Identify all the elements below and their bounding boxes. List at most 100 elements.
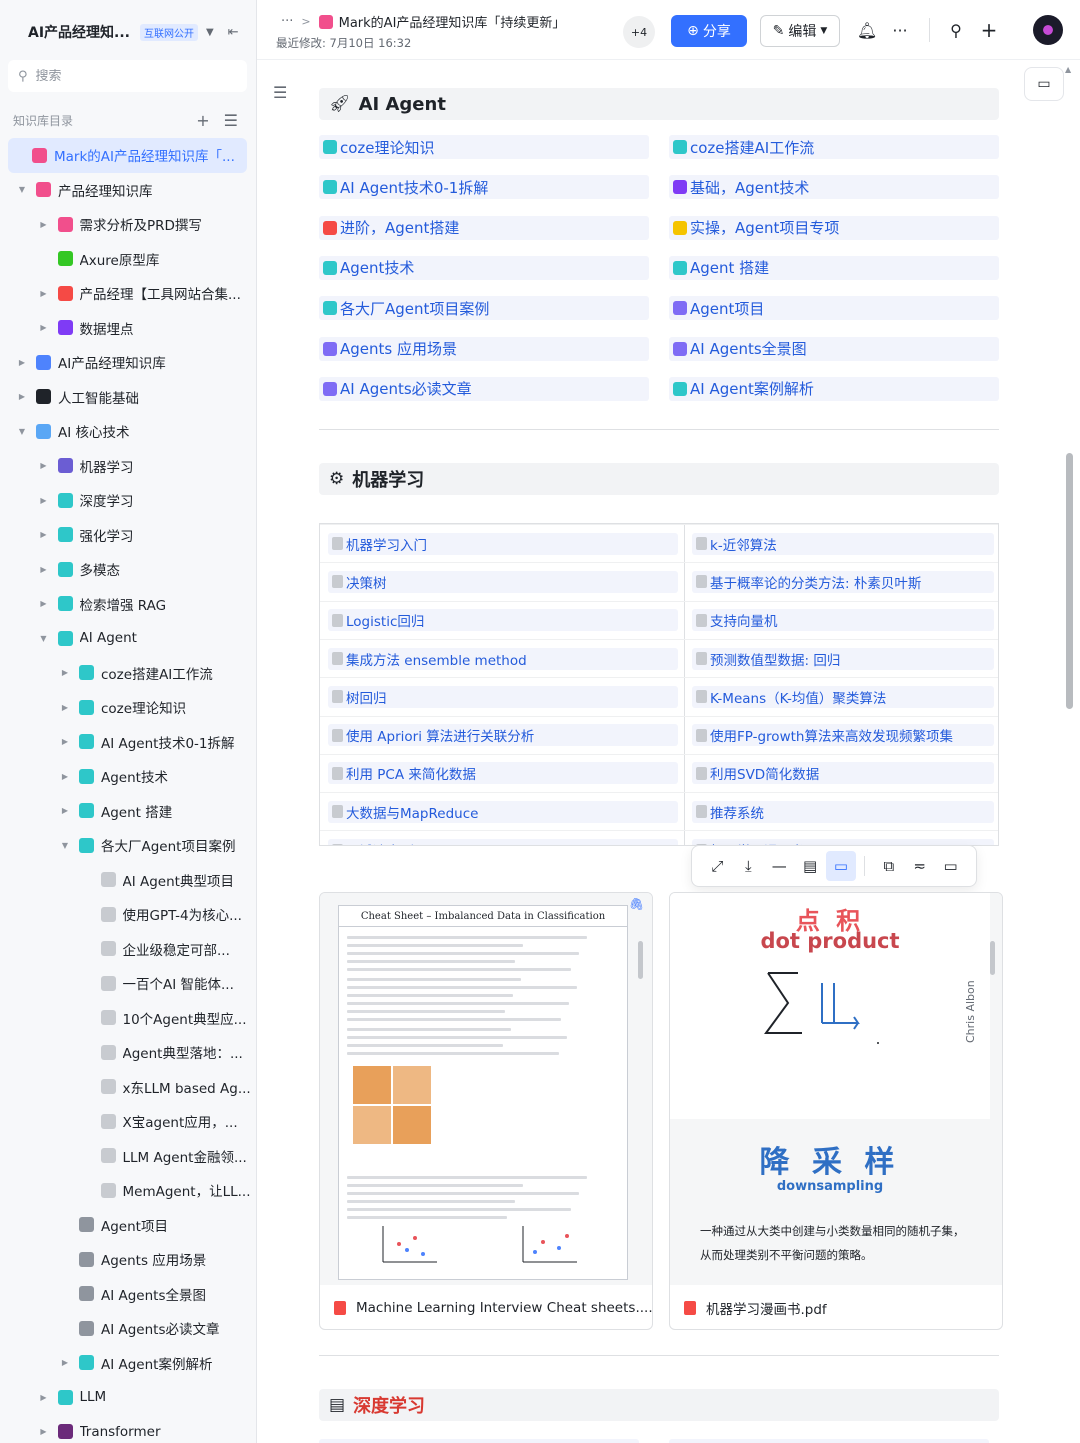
sidebar-item[interactable]: ▼ 各大厂Agent项目案例	[0, 828, 256, 863]
agent-link[interactable]: AI Agents必读文章	[319, 376, 649, 401]
link-pill[interactable]	[319, 1439, 639, 1443]
sidebar-item[interactable]: LLM Agent金融领...	[0, 1139, 256, 1174]
caret-right-icon[interactable]: ▶	[38, 530, 50, 539]
ml-link[interactable]: 大数据与MapReduce	[328, 800, 678, 823]
ml-link[interactable]: 使用FP-growth算法来高效发现频繁项集	[692, 724, 994, 747]
collaborators-count[interactable]: +4	[623, 16, 655, 48]
sidebar-item[interactable]: 10个Agent典型应...	[0, 1001, 256, 1036]
ml-link[interactable]: 基于概率论的分类方法: 朴素贝叶斯	[692, 570, 994, 593]
scroll-up-icon[interactable]: ▲	[1065, 65, 1071, 74]
sidebar-item[interactable]: ▶ coze理论知识	[0, 690, 256, 725]
ml-link[interactable]: 利用SVD简化数据	[692, 762, 994, 785]
caret-right-icon[interactable]: ▶	[16, 358, 28, 367]
agent-link[interactable]: 实操，Agent项目专项	[669, 215, 999, 240]
agent-link[interactable]: Agent项目	[669, 296, 999, 321]
preview-scrollbar[interactable]	[990, 941, 995, 975]
file-preview[interactable]: Cheat Sheet – Imbalanced Data in Classif…	[320, 893, 652, 1285]
ml-link[interactable]: 决策树	[328, 570, 678, 593]
caret-right-icon[interactable]: ▶	[59, 806, 71, 815]
caret-down-icon[interactable]: ▼	[16, 185, 28, 194]
caret-right-icon[interactable]: ▶	[38, 220, 50, 229]
comment-icon[interactable]: ▭	[935, 851, 966, 881]
file-card-comic[interactable]: 点 积 dot product Chris Albon 降 采 样 downsa…	[669, 892, 1003, 1330]
caret-right-icon[interactable]: ▶	[59, 1358, 71, 1367]
agent-link[interactable]: coze搭建AI工作流	[669, 135, 999, 159]
file-card-cheatsheet[interactable]: Cheat Sheet – Imbalanced Data in Classif…	[319, 892, 653, 1330]
sidebar-item[interactable]: Mark的AI产品经理知识库「...	[8, 138, 247, 173]
sidebar-item[interactable]: ▶ Transformer	[0, 1415, 256, 1443]
bell-icon[interactable]: 🔔︎	[856, 18, 878, 42]
outline-icon[interactable]: ☰	[273, 83, 287, 102]
more-icon[interactable]: ···	[889, 18, 911, 42]
sidebar-item[interactable]: x东LLM based Ag...	[0, 1070, 256, 1105]
avatar[interactable]	[1033, 15, 1063, 45]
ml-link[interactable]: 面试速查（cheat sheets)	[328, 839, 678, 845]
sidebar-item[interactable]: ▶ Agent技术	[0, 759, 256, 794]
sidebar-item[interactable]: ▶ 机器学习	[0, 449, 256, 484]
sidebar-item[interactable]: ▶ LLM	[0, 1380, 256, 1415]
caret-right-icon[interactable]: ▶	[38, 289, 50, 298]
file-footer[interactable]: 机器学习漫画书.pdf	[670, 1285, 1002, 1329]
caret-down-icon[interactable]: ▼	[38, 634, 50, 643]
search-input[interactable]	[35, 68, 216, 84]
sidebar-item[interactable]: ▶ coze搭建AI工作流	[0, 656, 256, 691]
caret-down-icon[interactable]: ▼	[59, 841, 71, 850]
ml-link[interactable]: K-Means（K-均值）聚类算法	[692, 685, 994, 708]
caret-right-icon[interactable]: ▶	[38, 1393, 50, 1402]
sidebar-item[interactable]: ▼ AI Agent	[0, 621, 256, 656]
ml-link[interactable]: 集成方法 ensemble method	[328, 647, 678, 670]
sidebar-item[interactable]: X宝agent应用，...	[0, 1104, 256, 1139]
sidebar-search[interactable]: ⚲	[8, 60, 247, 92]
sidebar-item[interactable]: ▶ Agent 搭建	[0, 794, 256, 829]
sidebar-item[interactable]: 企业级稳定可部...	[0, 932, 256, 967]
link-icon[interactable]: ⧉	[873, 851, 904, 881]
ml-link[interactable]: 利用 PCA 来简化数据	[328, 762, 678, 785]
sidebar-item[interactable]: ▼ AI 核心技术	[0, 414, 256, 449]
agent-link[interactable]: Agent 搭建	[669, 255, 999, 280]
inline-view-icon[interactable]: —	[764, 851, 795, 881]
more-breadcrumb-icon[interactable]: ···	[281, 14, 293, 29]
scrollbar-thumb[interactable]	[1066, 453, 1073, 709]
list-options-icon[interactable]: ☰	[224, 111, 238, 130]
sidebar-item[interactable]: ▶ 深度学习	[0, 483, 256, 518]
caret-right-icon[interactable]: ▶	[59, 772, 71, 781]
agent-link[interactable]: Agents 应用场景	[319, 336, 649, 361]
link-pill[interactable]	[669, 1439, 989, 1443]
card-view-icon[interactable]: ▤	[795, 851, 826, 881]
sidebar-item[interactable]: Agent项目	[0, 1208, 256, 1243]
sidebar-item[interactable]: ▶ AI Agent技术0-1拆解	[0, 725, 256, 760]
agent-link[interactable]: coze理论知识	[319, 135, 649, 159]
sidebar-item[interactable]: ▶ 多模态	[0, 552, 256, 587]
caret-right-icon[interactable]: ▶	[59, 737, 71, 746]
caret-right-icon[interactable]: ▶	[38, 461, 50, 470]
agent-link[interactable]: AI Agents全景图	[669, 336, 999, 361]
collapse-sidebar-icon[interactable]: ⇤	[228, 25, 239, 40]
wiki-title[interactable]: AI产品经理知...	[28, 22, 130, 42]
caret-right-icon[interactable]: ▶	[38, 1427, 50, 1436]
sidebar-item[interactable]: ▶ AI产品经理知识库	[0, 345, 256, 380]
caret-right-icon[interactable]: ▶	[38, 599, 50, 608]
preview-view-icon[interactable]: ▭	[825, 851, 857, 881]
chevron-down-icon[interactable]: ▼	[206, 27, 214, 38]
agent-link[interactable]: AI Agent技术0-1拆解	[319, 175, 649, 200]
ml-link[interactable]: Logistic回归	[328, 609, 678, 632]
ml-link[interactable]: 预测数值型数据: 回归	[692, 647, 994, 670]
caret-right-icon[interactable]: ▶	[16, 392, 28, 401]
expand-icon[interactable]: ⤢	[702, 851, 733, 881]
share-button[interactable]: ⊕ 分享	[671, 15, 747, 47]
sidebar-item[interactable]: ▶ 产品经理【工具网站合集...	[0, 276, 256, 311]
doc-title[interactable]: Mark的AI产品经理知识库「持续更新」	[339, 12, 566, 31]
ml-link[interactable]: k-近邻算法	[692, 532, 994, 555]
agent-link[interactable]: Agent技术	[319, 255, 649, 280]
sidebar-item[interactable]: ▶ AI Agent案例解析	[0, 1346, 256, 1381]
sidebar-item[interactable]: MemAgent，让LL...	[0, 1173, 256, 1208]
caret-right-icon[interactable]: ▶	[59, 668, 71, 677]
preview-scrollbar[interactable]	[638, 941, 643, 979]
sidebar-item[interactable]: ▼ 产品经理知识库	[0, 173, 256, 208]
sidebar-item[interactable]: ▶ 强化学习	[0, 518, 256, 553]
ml-link[interactable]: 机器学习入门	[328, 532, 678, 555]
ml-link[interactable]: 支持向量机	[692, 609, 994, 632]
attachment-icon[interactable]: 🖇︎	[629, 897, 644, 911]
ml-link[interactable]: 使用 Apriori 算法进行关联分析	[328, 724, 678, 747]
caret-right-icon[interactable]: ▶	[38, 323, 50, 332]
